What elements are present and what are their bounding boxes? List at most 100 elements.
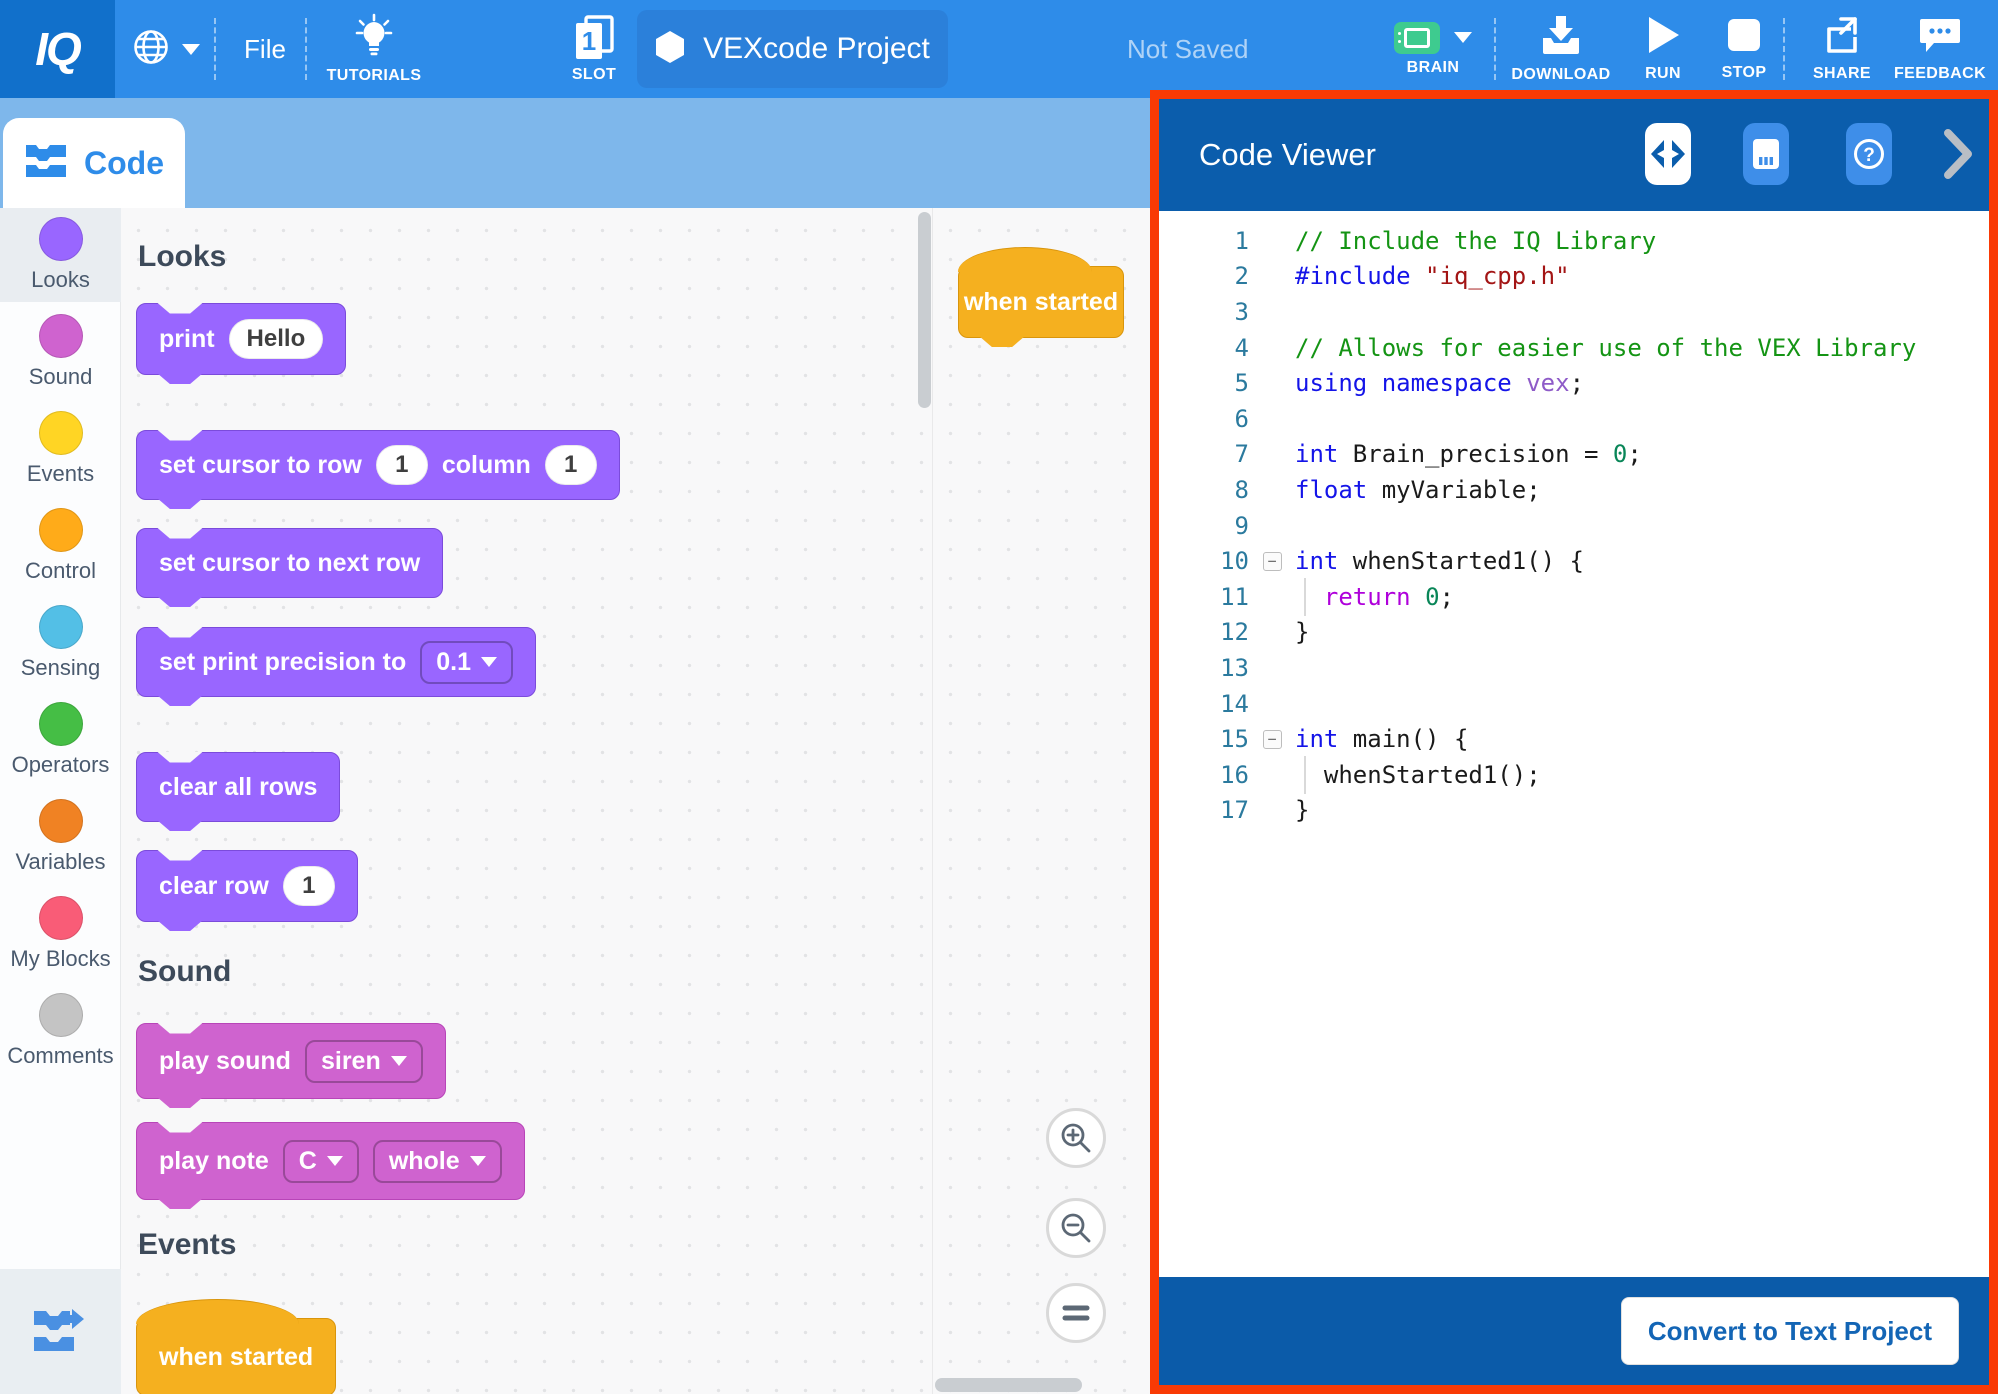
precision-value: 0.1	[436, 648, 471, 677]
code-line: 5using namespace vex;	[1159, 365, 1989, 401]
duration-value: whole	[389, 1147, 460, 1176]
code-line: 7int Brain_precision = 0;	[1159, 437, 1989, 473]
block-clear-all-rows[interactable]: clear all rows	[136, 752, 340, 822]
fold-marker-icon[interactable]: −	[1263, 552, 1282, 571]
tab-code[interactable]: Code	[3, 118, 185, 208]
code-line: 1// Include the IQ Library	[1159, 223, 1989, 259]
block-clear-row-label: clear row	[159, 872, 269, 901]
brain-device-icon	[1751, 137, 1781, 171]
zoom-out-icon	[1059, 1211, 1093, 1245]
project-title-pill[interactable]: VEXcode Project	[637, 10, 948, 88]
play-icon	[1645, 15, 1681, 60]
column-value-input[interactable]: 1	[545, 445, 597, 485]
category-color-dot	[39, 217, 83, 261]
canvas-when-started-label: when started	[964, 288, 1118, 317]
block-play-sound[interactable]: play sound siren	[136, 1023, 446, 1099]
sidebar-item-events[interactable]: Events	[0, 402, 121, 496]
top-toolbar: IQ File	[0, 0, 1998, 98]
stop-square-icon	[1726, 16, 1762, 59]
run-label: RUN	[1645, 65, 1681, 83]
block-print-label: print	[159, 325, 215, 354]
category-color-dot	[39, 993, 83, 1037]
duration-dropdown[interactable]: whole	[373, 1140, 502, 1183]
zoom-reset-button[interactable]	[1046, 1283, 1106, 1343]
category-sidebar: Looks Sound Events Control Sensing Opera…	[0, 208, 121, 1394]
category-color-dot	[39, 799, 83, 843]
brain-button[interactable]: BRAIN	[1378, 0, 1488, 98]
slot-button[interactable]: 1 SLOT	[548, 0, 640, 98]
palette-collapse-footer[interactable]	[0, 1269, 121, 1394]
save-status: Not Saved	[1127, 0, 1248, 98]
blocks-icon	[24, 141, 70, 186]
block-set-cursor-row[interactable]: set cursor to row 1 column 1	[136, 430, 620, 500]
block-set-print-precision[interactable]: set print precision to 0.1	[136, 627, 536, 697]
run-button[interactable]: RUN	[1628, 0, 1698, 98]
note-value: C	[299, 1147, 317, 1176]
fold-marker-icon[interactable]: −	[1263, 730, 1282, 749]
canvas-when-started-block[interactable]: when started	[958, 266, 1124, 338]
code-line: 2#include "iq_cpp.h"	[1159, 259, 1989, 295]
convert-to-text-button[interactable]: Convert to Text Project	[1621, 1297, 1959, 1365]
sidebar-item-comments[interactable]: Comments	[0, 984, 121, 1078]
slot-document-icon: 1	[572, 15, 616, 61]
brain-label: BRAIN	[1407, 59, 1460, 77]
feedback-bubble-icon	[1918, 15, 1962, 60]
code-line: 6	[1159, 401, 1989, 437]
block-play-sound-label: play sound	[159, 1047, 291, 1076]
palette-scrollbar[interactable]	[918, 212, 931, 408]
brain-view-button[interactable]	[1743, 123, 1789, 185]
palette-section-looks: Looks	[138, 240, 226, 274]
toolbar-separator	[1783, 18, 1785, 80]
help-button[interactable]: ?	[1846, 123, 1892, 185]
code-editor[interactable]: 1// Include the IQ Library2#include "iq_…	[1159, 211, 1989, 1277]
block-print[interactable]: print Hello	[136, 303, 346, 375]
block-set-cursor-next-row[interactable]: set cursor to next row	[136, 528, 443, 598]
chevron-down-icon	[391, 1056, 407, 1066]
slot-number: 1	[582, 26, 596, 56]
collapse-panel-button[interactable]	[1940, 127, 1976, 181]
code-line: 10−int whenStarted1() {	[1159, 543, 1989, 579]
block-when-started-palette[interactable]: when started	[136, 1318, 336, 1394]
block-play-note[interactable]: play note C whole	[136, 1122, 525, 1200]
code-viewer-footer: Convert to Text Project	[1159, 1277, 1989, 1385]
feedback-button[interactable]: FEEDBACK	[1888, 0, 1992, 98]
block-clear-row[interactable]: clear row 1	[136, 850, 358, 922]
clear-row-value-input[interactable]: 1	[283, 866, 335, 906]
code-line: 12}	[1159, 615, 1989, 651]
code-view-toggle-button[interactable]	[1645, 123, 1691, 185]
chevron-down-icon	[1454, 32, 1472, 43]
file-menu[interactable]: File	[225, 0, 305, 98]
stop-button[interactable]: STOP	[1706, 0, 1782, 98]
sidebar-item-operators[interactable]: Operators	[0, 693, 121, 787]
svg-text:?: ?	[1863, 145, 1875, 166]
note-dropdown[interactable]: C	[283, 1140, 359, 1183]
row-value-input[interactable]: 1	[376, 445, 428, 485]
equals-icon	[1061, 1301, 1091, 1325]
sidebar-item-sound[interactable]: Sound	[0, 305, 121, 399]
toolbar-separator	[305, 18, 307, 80]
language-menu[interactable]	[118, 0, 214, 98]
sound-dropdown[interactable]: siren	[305, 1040, 423, 1083]
canvas-horizontal-scrollbar[interactable]	[935, 1378, 1082, 1392]
code-line: 14	[1159, 686, 1989, 722]
share-button[interactable]: SHARE	[1798, 0, 1886, 98]
feedback-label: FEEDBACK	[1894, 65, 1986, 83]
sound-value: siren	[321, 1047, 381, 1076]
zoom-out-button[interactable]	[1046, 1198, 1106, 1258]
sidebar-item-variables[interactable]: Variables	[0, 790, 121, 884]
code-line: 8float myVariable;	[1159, 472, 1989, 508]
code-lines: 1// Include the IQ Library2#include "iq_…	[1159, 223, 1989, 828]
category-color-dot	[39, 896, 83, 940]
sidebar-item-sensing[interactable]: Sensing	[0, 596, 121, 690]
sidebar-item-control[interactable]: Control	[0, 499, 121, 593]
tutorials-button[interactable]: TUTORIALS	[318, 0, 430, 98]
chevron-down-icon	[327, 1156, 343, 1166]
print-value-input[interactable]: Hello	[229, 319, 324, 359]
precision-dropdown[interactable]: 0.1	[420, 641, 513, 684]
download-button[interactable]: DOWNLOAD	[1506, 0, 1616, 98]
sidebar-item-looks[interactable]: Looks	[0, 208, 121, 302]
zoom-in-button[interactable]	[1046, 1108, 1106, 1168]
share-label: SHARE	[1813, 65, 1871, 83]
sidebar-item-my-blocks[interactable]: My Blocks	[0, 887, 121, 981]
code-line: 15−int main() {	[1159, 721, 1989, 757]
